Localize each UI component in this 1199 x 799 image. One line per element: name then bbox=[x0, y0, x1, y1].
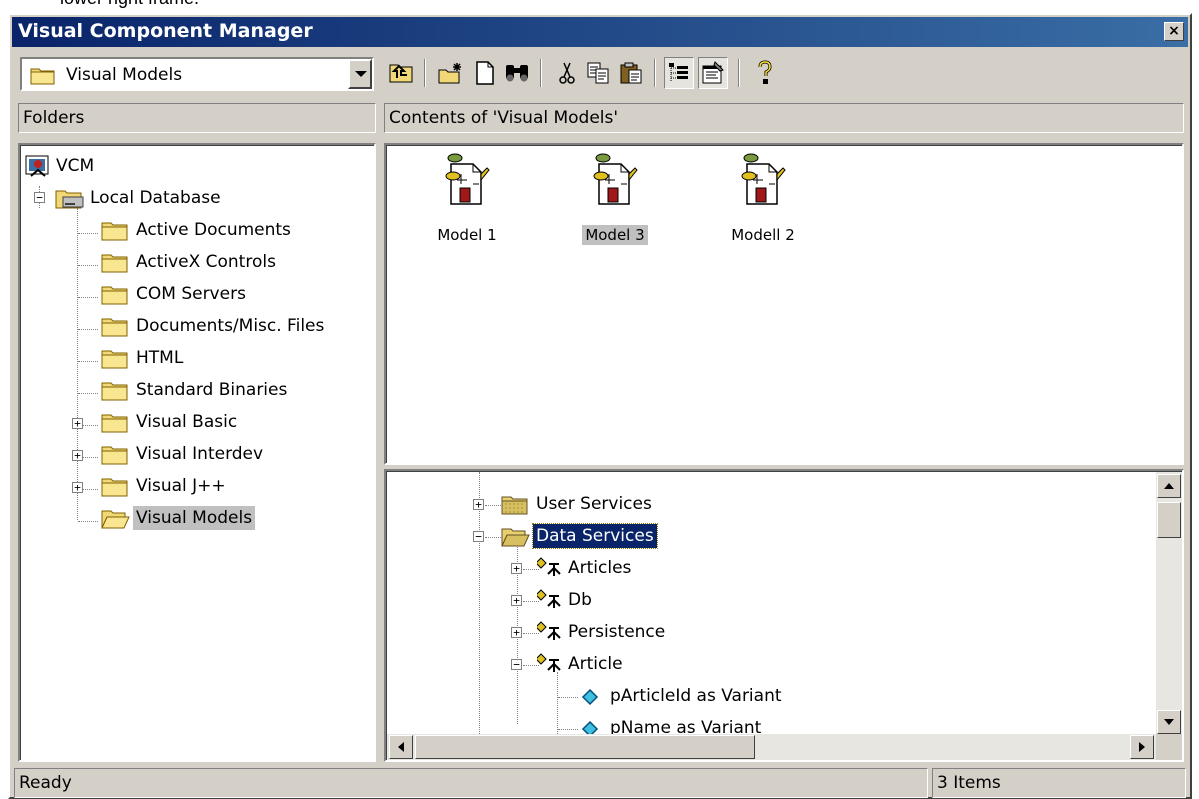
expand-icon[interactable]: + bbox=[72, 450, 83, 461]
model-item[interactable]: Modell 2 bbox=[703, 150, 823, 245]
model-label: Model 1 bbox=[437, 226, 497, 244]
expand-icon[interactable]: + bbox=[72, 482, 83, 493]
model-document-icon bbox=[443, 153, 491, 219]
models-list-pane[interactable]: Model 1 Model 3 Modell 2 bbox=[384, 143, 1184, 465]
paste-icon[interactable] bbox=[616, 57, 646, 89]
vcm-icon bbox=[25, 154, 51, 183]
tree-label: Data Services bbox=[532, 523, 658, 549]
folder-icon bbox=[101, 444, 129, 471]
scroll-left-button[interactable] bbox=[389, 735, 413, 759]
tree-label: Articles bbox=[568, 558, 632, 578]
folder-icon bbox=[101, 252, 129, 279]
status-text: Ready bbox=[14, 768, 928, 798]
scroll-up-button[interactable] bbox=[1157, 474, 1181, 498]
model-tree-pane[interactable]: + User Services − Data Services + Articl… bbox=[384, 469, 1184, 762]
folder-icon bbox=[101, 348, 129, 375]
folder-icon bbox=[101, 380, 129, 407]
help-icon[interactable] bbox=[750, 57, 780, 89]
folder-icon bbox=[101, 316, 129, 343]
folder-icon bbox=[101, 220, 129, 247]
expand-icon[interactable]: + bbox=[511, 563, 522, 574]
toolbar-separator bbox=[738, 59, 740, 87]
location-combo[interactable]: Visual Models bbox=[20, 57, 374, 91]
tree-label: Db bbox=[568, 590, 592, 610]
folder-tree-pane[interactable]: VCM − Local Database Active Documents Ac… bbox=[18, 143, 376, 762]
model-document-icon bbox=[739, 153, 787, 219]
model-label: Modell 2 bbox=[731, 226, 795, 244]
toolbar-separator bbox=[654, 59, 656, 87]
class-icon bbox=[535, 652, 563, 681]
close-button[interactable]: × bbox=[1164, 22, 1184, 41]
window-title: Visual Component Manager bbox=[18, 20, 313, 42]
toolbar-separator bbox=[424, 59, 426, 87]
horizontal-scrollbar[interactable] bbox=[387, 734, 1156, 760]
expand-icon[interactable]: + bbox=[511, 595, 522, 606]
class-icon bbox=[535, 556, 563, 585]
model-label: Model 3 bbox=[582, 225, 648, 245]
tree-label: Documents/Misc. Files bbox=[136, 316, 325, 336]
horizontal-scroll-thumb[interactable] bbox=[415, 735, 755, 759]
folders-header: Folders bbox=[18, 103, 376, 133]
scroll-down-button[interactable] bbox=[1157, 710, 1181, 734]
tree-label: User Services bbox=[536, 494, 652, 514]
collapse-icon[interactable]: − bbox=[473, 531, 484, 542]
scroll-right-button[interactable] bbox=[1130, 735, 1154, 759]
up-one-level-icon[interactable] bbox=[386, 57, 416, 89]
cut-scissors-icon[interactable] bbox=[552, 57, 582, 89]
expand-icon[interactable]: + bbox=[511, 627, 522, 638]
tree-label: Standard Binaries bbox=[136, 380, 288, 400]
cutoff-caption-text: lower right frame. bbox=[60, 0, 199, 8]
model-item[interactable]: Model 1 bbox=[407, 150, 527, 245]
combo-dropdown-button[interactable] bbox=[348, 59, 372, 89]
tree-label: VCM bbox=[56, 156, 95, 176]
status-item-count: 3 Items bbox=[932, 768, 1186, 798]
tree-label: Visual Models bbox=[133, 506, 256, 530]
tree-label: Visual J++ bbox=[136, 476, 226, 496]
tree-label: Local Database bbox=[90, 188, 221, 208]
title-bar[interactable]: Visual Component Manager × bbox=[12, 17, 1188, 47]
find-binoculars-icon[interactable] bbox=[502, 57, 532, 89]
tree-label: ActiveX Controls bbox=[136, 252, 276, 272]
properties-icon[interactable] bbox=[698, 57, 728, 89]
folder-icon bbox=[101, 412, 129, 439]
scroll-thumb[interactable] bbox=[1157, 502, 1181, 538]
new-document-icon[interactable] bbox=[470, 57, 500, 89]
collapse-icon[interactable]: − bbox=[34, 192, 45, 203]
package-folder-icon bbox=[501, 494, 529, 521]
copy-icon[interactable] bbox=[584, 57, 614, 89]
attribute-icon bbox=[581, 688, 599, 711]
combo-value: Visual Models bbox=[66, 65, 183, 85]
expand-icon[interactable]: + bbox=[473, 499, 484, 510]
tree-label: Persistence bbox=[568, 622, 666, 642]
folder-icon bbox=[101, 476, 129, 503]
folder-icon bbox=[30, 65, 56, 90]
class-icon bbox=[535, 588, 563, 617]
tree-label: Active Documents bbox=[136, 220, 291, 240]
vcm-window: Visual Component Manager × Visual Models bbox=[8, 13, 1192, 799]
tree-label: Article bbox=[568, 654, 623, 674]
contents-header: Contents of 'Visual Models' bbox=[384, 103, 1184, 133]
database-folder-icon bbox=[55, 186, 85, 215]
tree-label: Visual Basic bbox=[136, 412, 238, 432]
expand-icon[interactable]: + bbox=[72, 418, 83, 429]
class-icon bbox=[535, 620, 563, 649]
collapse-icon[interactable]: − bbox=[511, 659, 522, 670]
toolbar-separator bbox=[540, 59, 542, 87]
open-folder-icon bbox=[101, 508, 131, 535]
tree-label: COM Servers bbox=[136, 284, 246, 304]
new-folder-icon[interactable] bbox=[436, 57, 466, 89]
tree-label: HTML bbox=[136, 348, 184, 368]
model-document-icon bbox=[591, 153, 639, 219]
folder-icon bbox=[101, 284, 129, 311]
open-package-folder-icon bbox=[501, 526, 531, 553]
tree-label: Visual Interdev bbox=[136, 444, 264, 464]
scroll-corner bbox=[1156, 734, 1182, 760]
explorer-view-icon[interactable] bbox=[664, 57, 694, 89]
vertical-scrollbar[interactable] bbox=[1156, 472, 1182, 736]
model-item[interactable]: Model 3 bbox=[555, 150, 675, 245]
tree-label: pArticleId as Variant bbox=[610, 686, 782, 706]
